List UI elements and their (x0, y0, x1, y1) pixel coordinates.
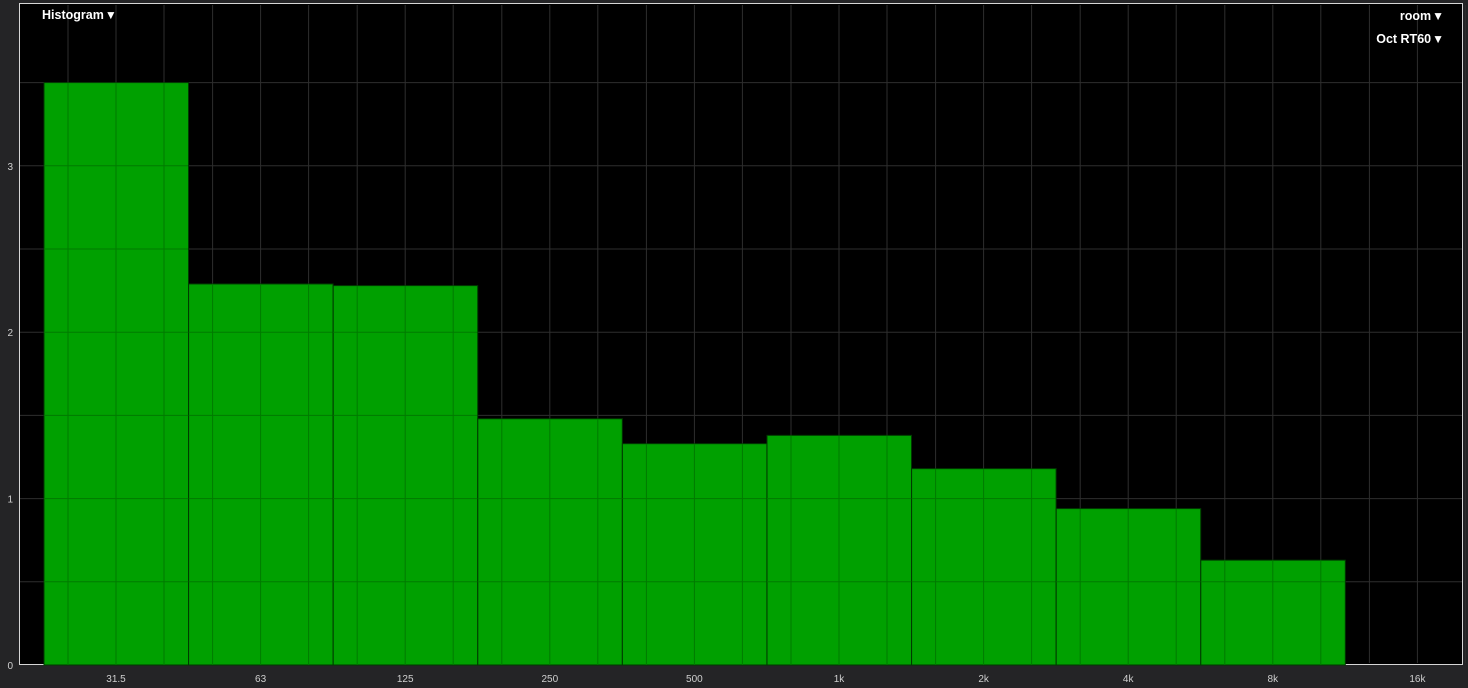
x-tick-label: 4k (1123, 674, 1135, 685)
source-dropdown[interactable]: room▼ (1400, 8, 1444, 24)
chevron-down-icon: ▼ (1432, 32, 1444, 46)
metric-dropdown-label: Oct RT60 (1376, 32, 1432, 46)
metric-dropdown[interactable]: Oct RT60▼ (1376, 31, 1444, 47)
y-axis-ticks: 0 1 2 3 (7, 162, 13, 672)
x-tick-label: 1k (834, 674, 846, 685)
view-dropdown-label: Histogram (42, 8, 104, 22)
chevron-down-icon: ▼ (1432, 9, 1444, 23)
y-tick-label: 2 (7, 328, 13, 339)
x-tick-label: 31.5 (106, 674, 126, 685)
x-tick-label: 8k (1268, 674, 1280, 685)
chevron-down-icon: ▼ (104, 8, 117, 22)
x-axis-ticks: 31.5 63 125 250 500 1k 2k 4k 8k 16k (106, 674, 1426, 685)
y-tick-label: 3 (7, 162, 13, 173)
source-dropdown-label: room (1399, 9, 1432, 23)
y-tick-label: 0 (7, 661, 13, 672)
x-tick-label: 63 (255, 674, 267, 685)
x-tick-label: 125 (397, 674, 414, 685)
histogram-window: 0 1 2 3 31.5 63 125 250 500 1k 2k 4k 8k 16k Histogra… (0, 0, 1468, 688)
x-tick-label: 500 (686, 674, 703, 685)
x-tick-label: 16k (1409, 674, 1426, 685)
view-dropdown[interactable]: Histogram▼ (42, 7, 117, 23)
x-tick-label: 2k (978, 674, 990, 685)
rt60-histogram-chart: 0 1 2 3 31.5 63 125 250 500 1k 2k 4k 8k 16k (7, 5, 1466, 685)
x-tick-label: 250 (541, 674, 558, 685)
y-tick-label: 1 (7, 495, 13, 506)
